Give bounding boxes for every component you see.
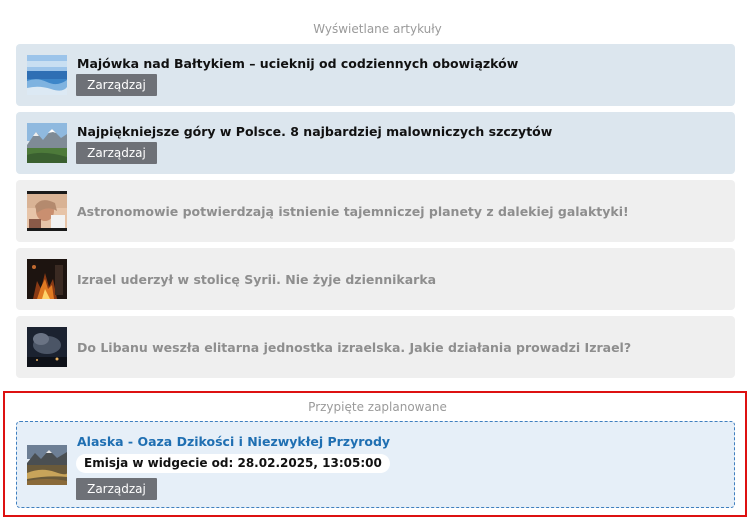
manage-button[interactable]: Zarządzaj <box>76 142 157 164</box>
article-card-baltic[interactable]: Majówka nad Bałtykiem – ucieknij od codz… <box>16 44 735 106</box>
article-card-mountains[interactable]: Najpiękniejsze góry w Polsce. 8 najbardz… <box>16 112 735 174</box>
pinned-article-title[interactable]: Alaska - Oaza Dzikości i Niezwykłej Przy… <box>77 434 390 449</box>
emission-date-badge: Emisja w widgecie od: 28.02.2025, 13:05:… <box>76 454 390 473</box>
manage-button[interactable]: Zarządzaj <box>76 478 157 500</box>
fire-night-thumbnail <box>27 259 67 299</box>
article-card-astronomy[interactable]: Astronomowie potwierdzają istnienie taje… <box>16 180 735 242</box>
sea-coast-thumbnail <box>27 55 67 95</box>
article-title[interactable]: Izrael uderzył w stolicę Syrii. Nie żyje… <box>77 272 436 287</box>
person-thumbnail <box>27 191 67 231</box>
article-title[interactable]: Majówka nad Bałtykiem – ucieknij od codz… <box>77 56 518 71</box>
smoke-night-thumbnail <box>27 327 67 367</box>
article-card-lebanon[interactable]: Do Libanu weszła elitarna jednostka izra… <box>16 316 735 378</box>
alaska-landscape-thumbnail <box>27 445 67 485</box>
mountains-thumbnail <box>27 123 67 163</box>
pinned-article-card[interactable]: Alaska - Oaza Dzikości i Niezwykłej Przy… <box>16 421 735 508</box>
displayed-articles-heading: Wyświetlane artykuły <box>313 22 442 36</box>
pinned-scheduled-heading: Przypięte zaplanowane <box>308 400 447 414</box>
article-title[interactable]: Do Libanu weszła elitarna jednostka izra… <box>77 340 631 355</box>
article-card-israel-syria[interactable]: Izrael uderzył w stolicę Syrii. Nie żyje… <box>16 248 735 310</box>
article-title[interactable]: Astronomowie potwierdzają istnienie taje… <box>77 204 629 219</box>
article-title[interactable]: Najpiękniejsze góry w Polsce. 8 najbardz… <box>77 124 552 139</box>
manage-button[interactable]: Zarządzaj <box>76 74 157 96</box>
